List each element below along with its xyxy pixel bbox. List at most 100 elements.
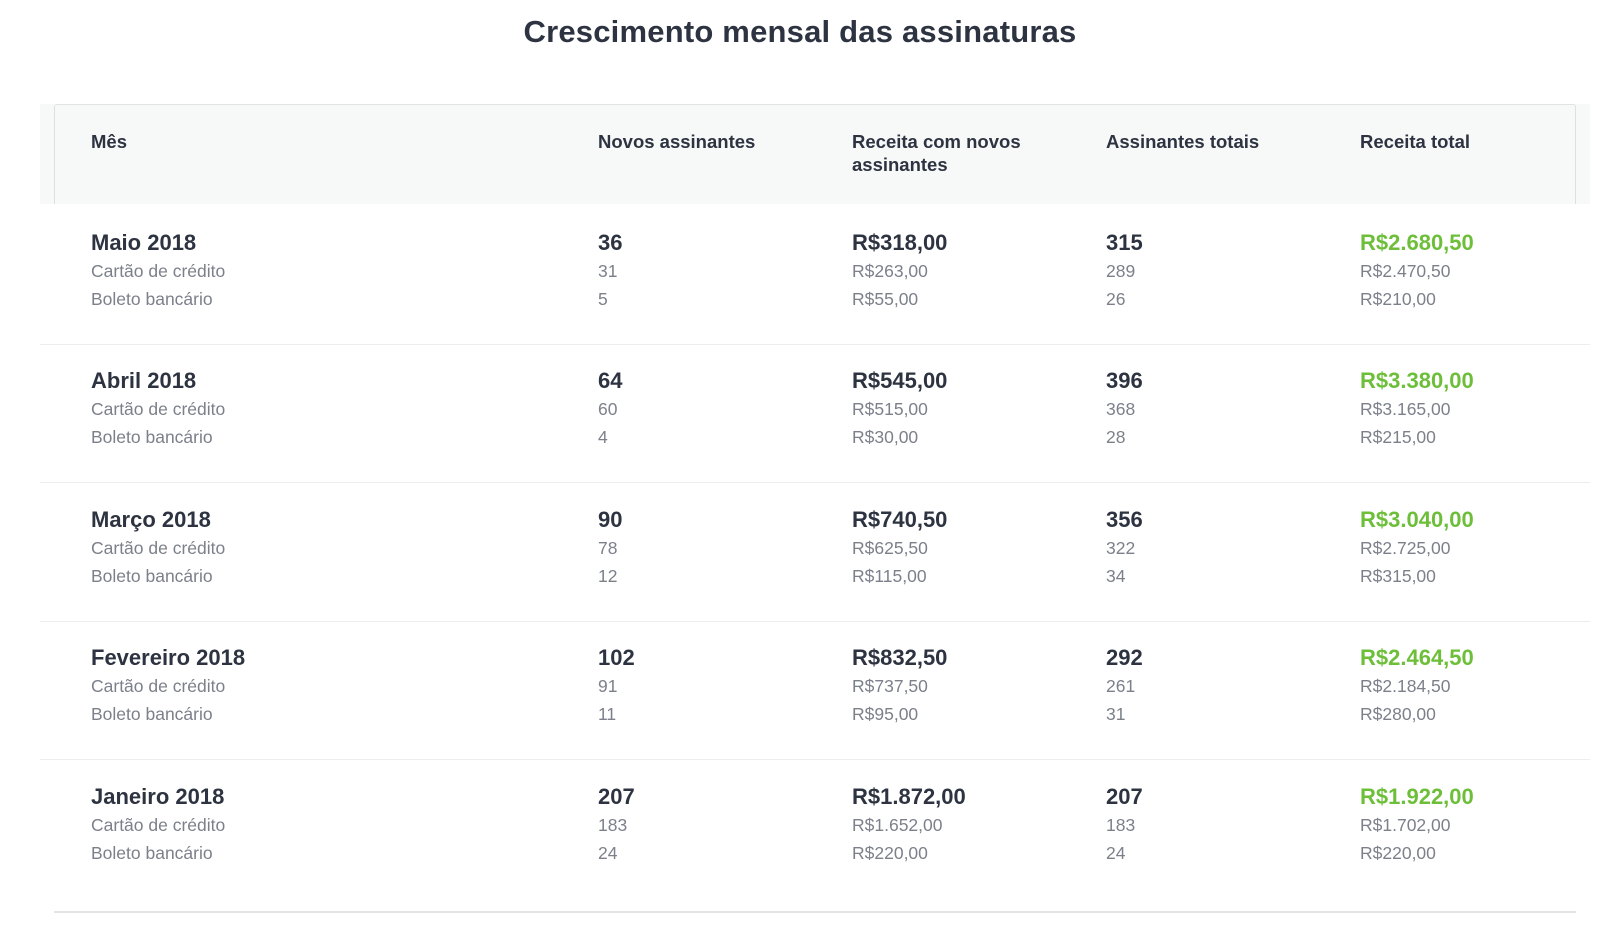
new-revenue-boleto: R$115,00 <box>852 566 927 586</box>
new-revenue-total: R$740,50 <box>852 507 948 532</box>
total-revenue-cell: R$2.680,50 R$2.470,50 R$210,00 <box>1360 229 1474 313</box>
total-subscribers-cell: 292 261 31 <box>1106 644 1143 728</box>
card-label: Cartão de crédito <box>91 815 226 835</box>
new-revenue-cell: R$545,00 R$515,00 R$30,00 <box>852 367 947 451</box>
total-subscribers-cell: 396 368 28 <box>1106 367 1143 451</box>
total-revenue-boleto: R$315,00 <box>1360 566 1436 586</box>
total-revenue-boleto: R$210,00 <box>1360 289 1436 309</box>
total-subscribers-boleto: 26 <box>1106 289 1126 309</box>
total-revenue-cell: R$3.040,00 R$2.725,00 R$315,00 <box>1360 506 1474 590</box>
new-subscribers-boleto: 24 <box>598 843 618 863</box>
total-subscribers-total: 207 <box>1106 784 1143 809</box>
new-subscribers-boleto: 5 <box>598 289 608 309</box>
total-revenue-card: R$1.702,00 <box>1360 815 1451 835</box>
total-subscribers-total: 315 <box>1106 230 1143 255</box>
new-subscribers-cell: 64 60 4 <box>598 367 622 451</box>
table-row: Fevereiro 2018 Cartão de crédito Boleto … <box>40 619 1590 760</box>
total-revenue-total: R$2.680,50 <box>1360 230 1474 255</box>
new-revenue-total: R$545,00 <box>852 368 948 393</box>
new-subscribers-total: 90 <box>598 507 623 532</box>
new-subscribers-card: 78 <box>598 538 618 558</box>
total-revenue-card: R$2.184,50 <box>1360 676 1451 696</box>
new-revenue-boleto: R$220,00 <box>852 843 928 863</box>
total-subscribers-boleto: 31 <box>1106 704 1126 724</box>
boleto-label: Boleto bancário <box>91 566 213 586</box>
new-subscribers-cell: 90 78 12 <box>598 506 622 590</box>
total-revenue-total: R$3.040,00 <box>1360 507 1474 532</box>
total-revenue-cell: R$1.922,00 R$1.702,00 R$220,00 <box>1360 783 1474 867</box>
new-revenue-total: R$318,00 <box>852 230 948 255</box>
total-revenue-card: R$2.470,50 <box>1360 261 1451 281</box>
column-header-total-revenue: Receita total <box>1360 131 1471 152</box>
total-subscribers-card: 183 <box>1106 815 1136 835</box>
new-subscribers-total: 36 <box>598 230 623 255</box>
new-subscribers-boleto: 4 <box>598 427 608 447</box>
month-label: Maio 2018 <box>91 230 197 255</box>
table-bottom-border <box>54 911 1576 913</box>
page-title: Crescimento mensal das assinaturas <box>523 14 1077 49</box>
column-header-new-subscribers: Novos assinantes <box>598 131 756 152</box>
month-label: Março 2018 <box>91 507 211 532</box>
boleto-label: Boleto bancário <box>91 843 213 863</box>
total-subscribers-cell: 315 289 26 <box>1106 229 1143 313</box>
new-revenue-cell: R$832,50 R$737,50 R$95,00 <box>852 644 947 728</box>
new-revenue-total: R$1.872,00 <box>852 784 966 809</box>
new-revenue-card: R$515,00 <box>852 399 928 419</box>
new-revenue-card: R$263,00 <box>852 261 928 281</box>
new-subscribers-card: 183 <box>598 815 628 835</box>
new-revenue-card: R$625,50 <box>852 538 928 558</box>
total-subscribers-card: 289 <box>1106 261 1136 281</box>
new-subscribers-cell: 36 31 5 <box>598 229 622 313</box>
new-revenue-total: R$832,50 <box>852 645 948 670</box>
total-revenue-cell: R$2.464,50 R$2.184,50 R$280,00 <box>1360 644 1474 728</box>
month-label: Fevereiro 2018 <box>91 645 246 670</box>
total-revenue-cell: R$3.380,00 R$3.165,00 R$215,00 <box>1360 367 1474 451</box>
new-subscribers-total: 207 <box>598 784 635 809</box>
new-subscribers-total: 102 <box>598 645 635 670</box>
new-revenue-boleto: R$55,00 <box>852 289 919 309</box>
total-subscribers-boleto: 28 <box>1106 427 1126 447</box>
month-cell: Abril 2018 Cartão de crédito Boleto banc… <box>91 367 225 451</box>
table-row: Março 2018 Cartão de crédito Boleto banc… <box>40 481 1590 622</box>
total-subscribers-boleto: 24 <box>1106 843 1126 863</box>
total-revenue-boleto: R$215,00 <box>1360 427 1436 447</box>
month-cell: Março 2018 Cartão de crédito Boleto banc… <box>91 506 225 590</box>
new-subscribers-card: 60 <box>598 399 618 419</box>
new-subscribers-boleto: 12 <box>598 566 618 586</box>
month-label: Janeiro 2018 <box>91 784 225 809</box>
new-revenue-cell: R$1.872,00 R$1.652,00 R$220,00 <box>852 783 966 867</box>
total-subscribers-total: 396 <box>1106 368 1143 393</box>
new-revenue-card: R$737,50 <box>852 676 928 696</box>
table-header <box>54 104 1576 204</box>
total-revenue-card: R$2.725,00 <box>1360 538 1451 558</box>
month-cell: Fevereiro 2018 Cartão de crédito Boleto … <box>91 644 245 728</box>
total-subscribers-card: 368 <box>1106 399 1136 419</box>
total-revenue-boleto: R$280,00 <box>1360 704 1436 724</box>
month-cell: Janeiro 2018 Cartão de crédito Boleto ba… <box>91 783 225 867</box>
total-subscribers-card: 261 <box>1106 676 1136 696</box>
total-subscribers-total: 292 <box>1106 645 1143 670</box>
card-label: Cartão de crédito <box>91 676 226 696</box>
new-revenue-cell: R$318,00 R$263,00 R$55,00 <box>852 229 947 313</box>
new-subscribers-cell: 102 91 11 <box>598 644 635 728</box>
table-row: Janeiro 2018 Cartão de crédito Boleto ba… <box>40 758 1590 899</box>
table-row: Abril 2018 Cartão de crédito Boleto banc… <box>40 342 1590 483</box>
boleto-label: Boleto bancário <box>91 704 213 724</box>
new-subscribers-cell: 207 183 24 <box>598 783 635 867</box>
total-subscribers-card: 322 <box>1106 538 1136 558</box>
card-label: Cartão de crédito <box>91 538 226 558</box>
new-revenue-boleto: R$30,00 <box>852 427 919 447</box>
total-revenue-total: R$2.464,50 <box>1360 645 1474 670</box>
column-header-month: Mês <box>91 131 127 152</box>
month-label: Abril 2018 <box>91 368 197 393</box>
total-subscribers-total: 356 <box>1106 507 1143 532</box>
total-subscribers-cell: 356 322 34 <box>1106 506 1143 590</box>
total-revenue-card: R$3.165,00 <box>1360 399 1451 419</box>
new-revenue-boleto: R$95,00 <box>852 704 919 724</box>
new-subscribers-card: 31 <box>598 261 618 281</box>
card-label: Cartão de crédito <box>91 261 226 281</box>
boleto-label: Boleto bancário <box>91 289 213 309</box>
total-revenue-total: R$1.922,00 <box>1360 784 1474 809</box>
total-revenue-total: R$3.380,00 <box>1360 368 1474 393</box>
new-subscribers-total: 64 <box>598 368 623 393</box>
